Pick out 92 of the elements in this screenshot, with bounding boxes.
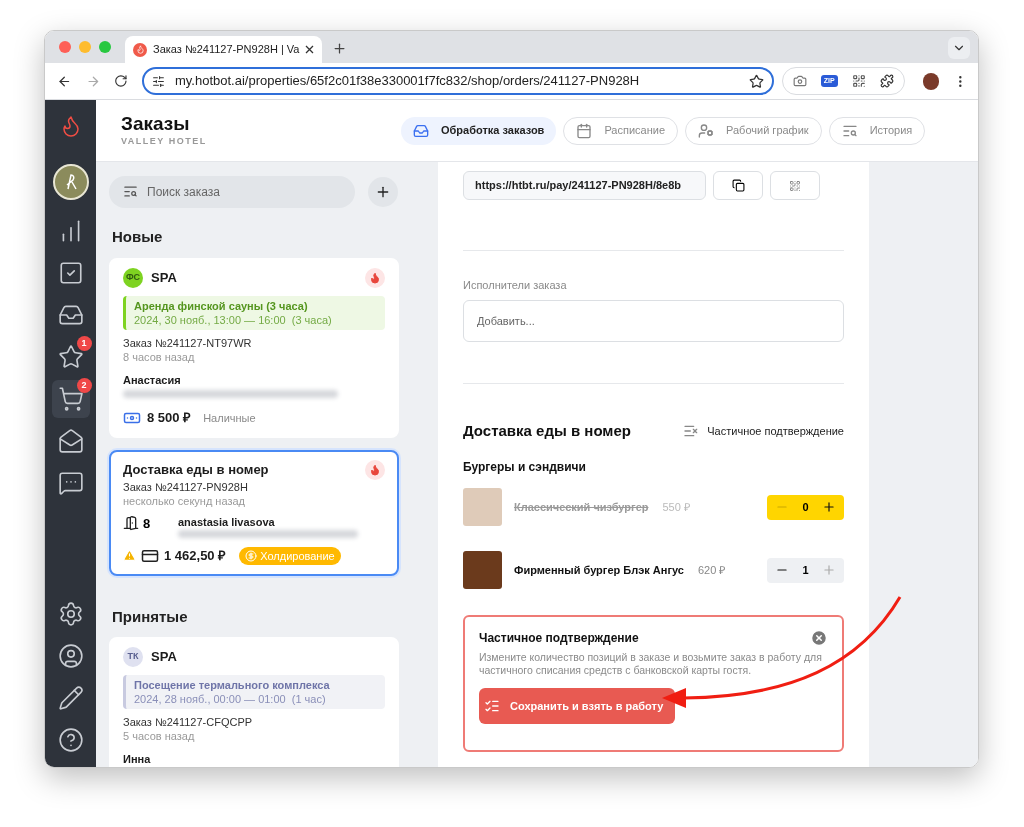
food-photo (463, 551, 502, 589)
new-tab-icon[interactable] (332, 41, 348, 56)
tab-title: Заказ №241127-PN928H | Va (153, 42, 300, 58)
order-card[interactable]: ФС SPA Аренда финской сауны (3 часа) 2024, 30 нояб., 13:00 — 16:00 (3 часа) Заказ №241127-NT97WR 8 часов назад Анастасия 8 500 ₽ Наличные (109, 257, 399, 438)
order-time: 8 часов назад (123, 349, 196, 364)
guest-name: anastasia livasova (178, 514, 276, 530)
url-text: my.hotbot.ai/properties/65f2c01f38e330001f7fc832/shop/orders/241127-PN928H (175, 72, 641, 91)
partial-confirmation-toggle[interactable]: Частичное подтверждение (683, 422, 844, 439)
category-name: SPA (151, 648, 177, 667)
camera-icon[interactable] (792, 74, 807, 88)
payment-method: Наличные (203, 410, 256, 426)
plus-icon (375, 184, 391, 200)
field-label: Исполнители заказа (463, 278, 568, 293)
service-title: Посещение термального комплекса (134, 678, 331, 692)
site-settings-icon (152, 74, 165, 88)
panel-description: Измените количество позиций в заказе и возьмите заказ в работу для частичного списания средств с банковской карты гостя. (479, 651, 823, 677)
quantity-value: 0 (802, 499, 809, 515)
sidebar-item[interactable]: 1 (51, 338, 90, 376)
item-name: Классический чизбургер (514, 499, 649, 515)
checkbox-icon (57, 260, 84, 286)
copy-button[interactable] (713, 171, 763, 200)
initials-avatar: ТК (123, 647, 143, 667)
item-price: 550 ₽ (662, 499, 690, 515)
quantity-stepper[interactable]: 0 (767, 494, 844, 520)
door-icon (123, 515, 139, 532)
user-icon (57, 643, 84, 669)
inbox-icon (413, 122, 429, 139)
coin-icon (245, 549, 258, 562)
payment-link-field[interactable]: https://htbt.ru/pay/241127-PN928H/8e8b (463, 171, 706, 200)
order-number: Заказ №241127-CFQCPP (123, 715, 254, 729)
guest-name: Анастасия (123, 372, 182, 388)
page-title: Заказы (121, 112, 191, 135)
service-time: 2024, 30 нояб., 13:00 — 16:00 (3 часа) (134, 312, 333, 327)
star-icon (57, 344, 84, 370)
tab-list-button[interactable] (948, 37, 970, 59)
order-card[interactable]: ТК SPA Посещение термального комплекса 2024, 28 нояб., 00:00 — 01:00 (1 час) Заказ №241127-CFQCPP 5 часов назад Инна (109, 637, 399, 767)
people-icon (698, 122, 715, 139)
executors-field[interactable]: Добавить... (463, 299, 844, 342)
order-amount: 1 462,50 ₽ (164, 547, 227, 565)
service-time: 2024, 28 нояб., 00:00 — 01:00 (1 час) (134, 692, 327, 706)
qr-code-icon (789, 179, 801, 192)
section-title: Доставка еды в номер (463, 420, 631, 441)
nav-tab[interactable]: Обработка заказов (401, 116, 557, 145)
pencil-icon (57, 685, 84, 711)
count-badge: 2 (76, 378, 92, 393)
reload-icon[interactable] (114, 74, 128, 88)
panel-title: Частичное подтверждение (479, 630, 639, 647)
count-badge: 1 (76, 336, 92, 351)
browser-tab[interactable]: Заказ №241127-PN928H | Va (125, 36, 323, 63)
order-time: несколько секунд назад (123, 493, 246, 508)
copy-icon (731, 179, 745, 192)
cart-icon (57, 386, 84, 412)
order-amount: 8 500 ₽ (147, 409, 192, 427)
order-time: 5 часов назад (123, 729, 196, 743)
order-card[interactable]: Доставка еды в номер Заказ №241127-PN928H несколько секунд назад 8 anastasia livasova 1 462,50 ₽ Холдирование (109, 449, 399, 576)
guest-name: Инна (123, 752, 152, 767)
add-order-button[interactable] (368, 177, 398, 207)
chat-icon (57, 470, 84, 496)
qr-code-icon[interactable] (851, 74, 866, 88)
section-heading: Принятые (111, 606, 189, 627)
order-number: Заказ №241127-NT97WR (123, 335, 253, 350)
hotel-name: VALLEY HOTEL (121, 134, 208, 148)
search-field[interactable]: Поиск заказа (109, 176, 355, 208)
calendar-icon (576, 122, 593, 139)
sidebar-item[interactable]: 2 (51, 380, 90, 418)
hotel-avatar[interactable] (52, 164, 89, 200)
service-title: Аренда финской сауны (3 часа) (134, 298, 309, 313)
category-name: SPA (151, 268, 177, 287)
quantity-stepper[interactable]: 1 (767, 557, 844, 583)
address-field[interactable]: my.hotbot.ai/properties/65f2c01f38e330001f7fc832/shop/orders/241127-PN928H (142, 67, 774, 95)
section-heading: Новые (111, 227, 164, 247)
puzzle-icon[interactable] (879, 74, 894, 88)
item-price: 620 ₽ (697, 562, 726, 578)
close-icon[interactable] (305, 45, 315, 54)
status-badge: Холдирование (239, 546, 341, 565)
quantity-value: 1 (802, 562, 809, 578)
plus-icon[interactable] (822, 500, 836, 514)
envelope-icon (57, 428, 84, 454)
initials-avatar: ФС (123, 267, 143, 288)
room-number: 8 (143, 514, 151, 533)
site-favicon (133, 42, 147, 57)
category-title: Бургеры и сэндвичи (463, 459, 587, 476)
bookmark-star-icon[interactable] (748, 73, 764, 89)
profile-avatar[interactable] (922, 72, 940, 90)
order-number: Заказ №241127-PN928H (123, 479, 249, 494)
item-name: Фирменный бургер Блэк Ангус (514, 562, 684, 578)
search-icon (123, 184, 138, 199)
order-title: Доставка еды в номер (123, 460, 269, 479)
help-icon (57, 727, 84, 753)
checklist-icon (484, 698, 500, 714)
settings-icon (57, 601, 84, 627)
food-photo (463, 488, 502, 526)
